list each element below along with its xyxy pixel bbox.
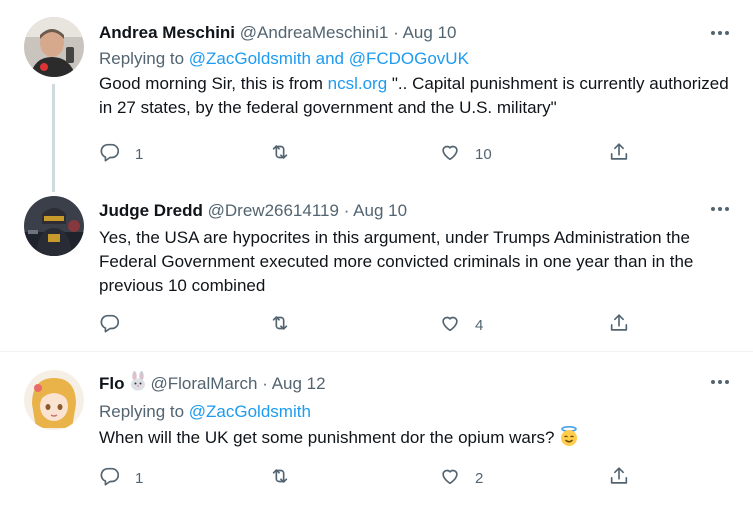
author-handle[interactable]: @AndreaMeschini1 [240,23,389,42]
avatar[interactable] [24,17,84,77]
like-button[interactable]: 10 [439,142,492,166]
reply-icon [99,465,121,491]
tweet-date[interactable]: Aug 12 [272,374,326,393]
retweet-icon [269,312,291,338]
more-horizontal-icon[interactable] [709,198,731,220]
tweet[interactable]: Andrea Meschini @AndreaMeschini1 · Aug 1… [0,0,753,192]
tweet-text: Yes, the USA are hypocrites in this argu… [99,228,694,295]
avatar[interactable] [24,370,84,430]
like-button[interactable]: 4 [439,313,483,337]
separator-dot: · [393,23,399,42]
reply-count: 1 [135,145,144,163]
reply-mentions[interactable]: @ZacGoldsmith and @FCDOGovUK [189,49,469,68]
replying-to: Replying to @ZacGoldsmith [99,401,729,423]
thread-line [52,84,55,192]
share-button[interactable] [608,142,630,166]
share-icon [608,465,630,491]
retweet-button[interactable] [269,142,305,166]
retweet-icon [269,465,291,491]
like-button[interactable]: 2 [439,466,483,490]
tweet-text: Good morning Sir, this is from ncsl.org … [99,72,729,120]
retweet-icon [269,141,291,167]
tweet-link[interactable]: ncsl.org [328,74,388,93]
reply-button[interactable]: 1 [99,142,143,166]
separator-dot: · [343,201,350,220]
reply-mentions[interactable]: @ZacGoldsmith [189,402,311,421]
tweet-body: Flo @FloralMarch · Aug 12 Replying to @Za… [99,371,729,454]
more-horizontal-icon[interactable] [709,371,731,393]
replying-to-label: Replying to [99,402,189,421]
tweet-text-content: When will the UK get some punishment dor… [99,428,555,447]
tweet-header: Judge Dredd @Drew26614119 · Aug 10 [99,200,729,222]
tweet-body: Judge Dredd @Drew26614119 · Aug 10 Yes, … [99,200,729,298]
heart-icon [439,141,461,167]
retweet-button[interactable] [269,313,305,337]
replying-to: Replying to @ZacGoldsmith and @FCDOGovUK [99,48,729,70]
reply-icon [99,312,121,338]
reply-count: 1 [135,469,144,487]
author-handle[interactable]: @FloralMarch [151,374,258,393]
tweet-body: Andrea Meschini @AndreaMeschini1 · Aug 1… [99,22,729,120]
author-name[interactable]: Flo [99,374,125,393]
separator-dot: · [262,374,268,393]
tweet-actions: 1 2 [99,466,639,490]
share-button[interactable] [608,313,630,337]
tweet-actions: 1 10 [99,142,639,166]
like-count: 4 [475,316,484,334]
author-name[interactable]: Judge Dredd [99,201,203,220]
share-icon [608,312,630,338]
tweet-text: When will the UK get some punishment dor… [99,425,729,454]
rabbit-face-emoji [129,371,147,397]
reply-icon [99,141,121,167]
tweet-actions: 4 [99,313,639,337]
smiling-face-with-halo-emoji [558,425,580,454]
replying-to-label: Replying to [99,49,189,68]
like-count: 2 [475,469,484,487]
share-icon [608,141,630,167]
heart-icon [439,312,461,338]
reply-button[interactable]: 1 [99,466,143,490]
tweet-header: Flo @FloralMarch · Aug 12 [99,371,729,397]
tweet[interactable]: Flo @FloralMarch · Aug 12 Replying to @Za… [0,353,753,509]
share-button[interactable] [608,466,630,490]
author-handle[interactable]: @Drew26614119 [208,201,339,220]
tweet-date[interactable]: Aug 10 [353,201,407,220]
tweet-header: Andrea Meschini @AndreaMeschini1 · Aug 1… [99,22,729,44]
retweet-button[interactable] [269,466,305,490]
author-name[interactable]: Andrea Meschini [99,23,235,42]
more-horizontal-icon[interactable] [709,22,731,44]
reply-button[interactable] [99,313,135,337]
tweet[interactable]: Judge Dredd @Drew26614119 · Aug 10 Yes, … [0,180,753,352]
like-count: 10 [475,145,492,163]
avatar[interactable] [24,196,84,256]
conversation-feed: Andrea Meschini @AndreaMeschini1 · Aug 1… [0,0,753,509]
tweet-text-start: Good morning Sir, this is from [99,74,328,93]
heart-icon [439,465,461,491]
tweet-date[interactable]: Aug 10 [403,23,457,42]
